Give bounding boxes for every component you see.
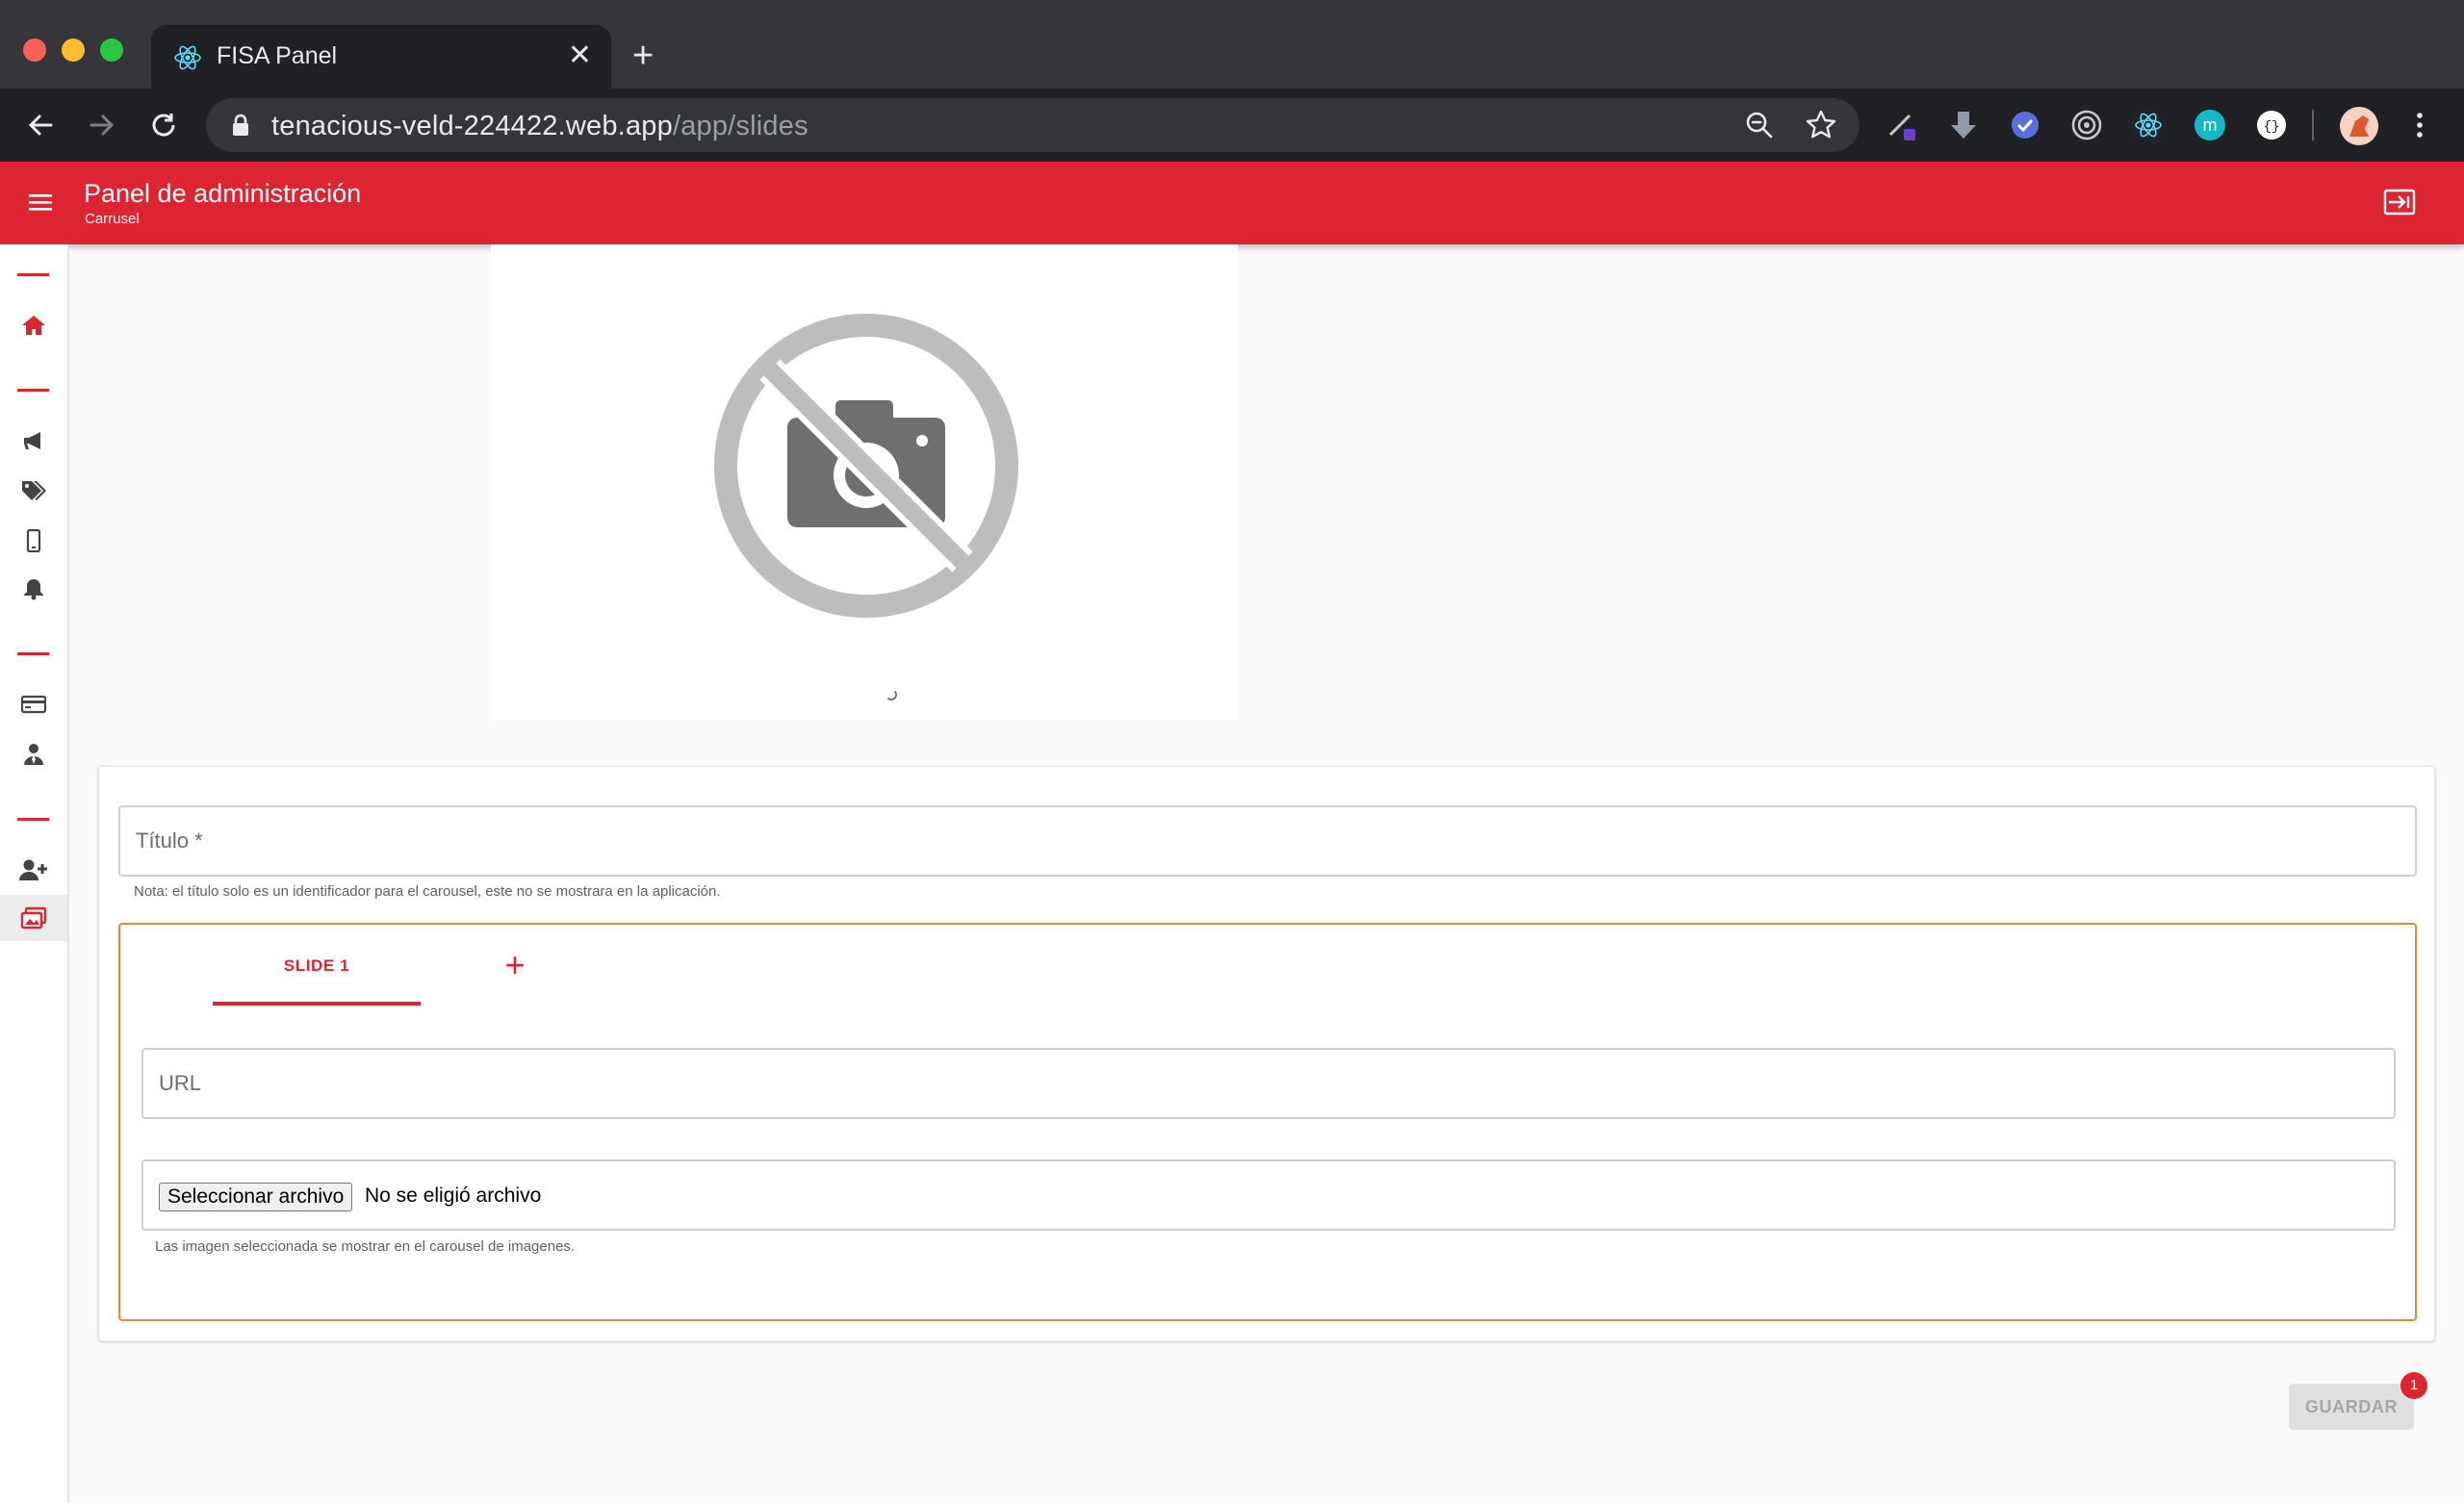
app-header: Panel de administración Carrusel [0,162,2464,244]
sidebar-item-announcements[interactable] [0,418,67,464]
sidebar-divider [17,818,49,821]
file-status-text: No se eligió archivo [365,1185,542,1207]
close-window-button[interactable] [23,38,46,62]
browser-tab[interactable]: FISA Panel ✕ [151,25,611,89]
logout-icon[interactable] [2383,187,2418,217]
sidebar-divider [17,273,49,276]
url-text: tenacious-veld-224422.web.app/app/slides [271,111,808,141]
file-input-field: Seleccionar archivo No se eligió archivo [141,1159,2396,1231]
save-button[interactable]: GUARDAR [2289,1384,2414,1430]
bell-icon [24,579,43,600]
close-icon[interactable]: ✕ [568,38,592,73]
loading-spinner [886,689,897,701]
kebab-menu-icon[interactable] [2402,108,2437,142]
browser-toolbar: tenacious-veld-224422.web.app/app/slides… [0,89,2464,162]
profile-avatar[interactable] [2339,106,2379,146]
url-input[interactable]: URL [141,1048,2396,1119]
sidebar-divider [17,389,49,392]
sidebar-item-payments[interactable] [0,681,67,727]
carousel-form-card: Título * Nota: el título solo es un iden… [98,766,2435,1341]
react-icon [174,45,201,70]
sidebar [0,244,69,1503]
forward-icon[interactable] [79,102,125,148]
bookmark-star-icon[interactable] [1804,108,1838,142]
minimize-window-button[interactable] [62,38,85,62]
svg-text:{}: {} [2264,119,2280,135]
zoom-icon[interactable] [1742,108,1777,142]
sidebar-item-tags[interactable] [0,468,67,514]
svg-text:m: m [2203,115,2218,135]
sidebar-item-add-user[interactable] [0,847,67,893]
user-tie-icon [24,744,43,765]
browser-tab-strip: FISA Panel ✕ + [0,0,2464,89]
sidebar-item-users[interactable] [0,731,67,777]
title-helper-text: Nota: el título solo es un identificador… [134,883,721,900]
hamburger-menu-icon[interactable] [27,191,54,214]
check-extension-icon[interactable] [2008,108,2042,142]
sidebar-item-carousel[interactable] [0,895,67,941]
images-icon [20,906,47,930]
lock-icon [233,114,248,136]
pen-extension-icon[interactable] [1885,108,1919,142]
page-title: Panel de administración [84,179,362,208]
target-extension-icon[interactable] [2069,108,2104,142]
tab-title: FISA Panel [217,42,338,69]
sidebar-item-notifications[interactable] [0,566,67,612]
error-count-badge: 1 [2400,1372,2427,1399]
tab-slide-1[interactable]: SLIDE 1 [213,925,421,1007]
mobile-icon [26,529,41,552]
m-extension-icon[interactable]: m [2193,108,2227,142]
address-bar[interactable]: tenacious-veld-224422.web.app/app/slides [206,98,1860,152]
sidebar-item-home[interactable] [0,302,67,348]
page-subtitle: Carrusel [85,211,140,227]
user-plus-icon [19,859,47,880]
home-icon [22,316,45,335]
url-input-label: URL [159,1071,202,1095]
active-tab-indicator [213,1002,421,1006]
title-input-label: Título * [136,828,203,853]
maximize-window-button[interactable] [100,38,123,62]
new-tab-icon[interactable]: + [632,35,654,77]
megaphone-icon [24,432,40,449]
download-extension-icon[interactable] [1946,108,1981,142]
tags-icon [22,481,46,500]
reload-icon[interactable] [141,102,187,148]
slide-preview [491,244,1238,720]
back-icon[interactable] [17,102,64,148]
react-devtools-icon[interactable] [2131,108,2166,142]
file-helper-text: Las imagen seleccionada se mostrar en el… [155,1238,576,1255]
credit-card-icon [21,695,46,714]
sidebar-item-mobile[interactable] [0,518,67,564]
choose-file-button[interactable]: Seleccionar archivo [159,1183,353,1211]
json-extension-icon[interactable]: {} [2254,108,2289,142]
title-input[interactable]: Título * [118,805,2417,877]
toolbar-divider [2312,110,2314,140]
sidebar-divider [17,652,49,655]
no-photo-icon [714,314,1018,618]
add-slide-button[interactable]: + [496,946,534,984]
slides-editor: SLIDE 1 + URL Seleccionar archivo No se … [118,923,2417,1321]
